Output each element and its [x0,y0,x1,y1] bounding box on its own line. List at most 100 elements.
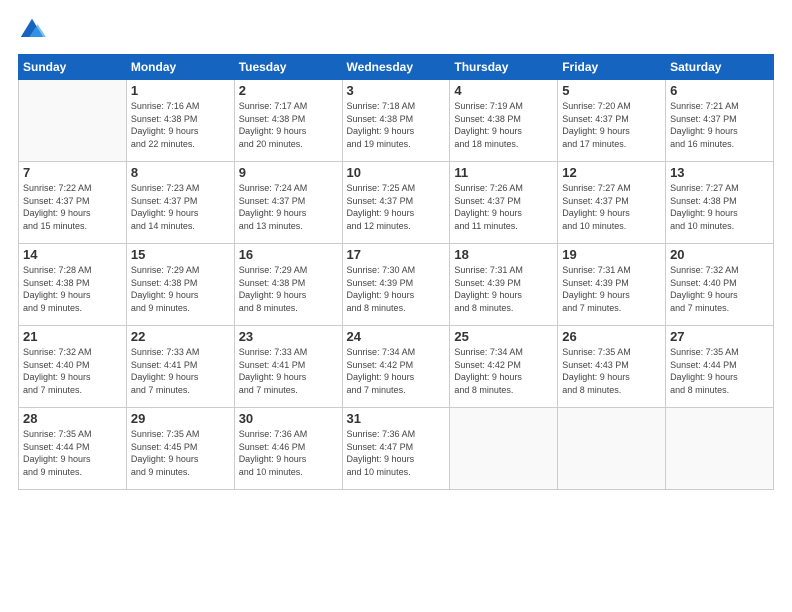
day-info: Sunrise: 7:29 AM Sunset: 4:38 PM Dayligh… [239,264,338,314]
calendar-cell: 18 Sunrise: 7:31 AM Sunset: 4:39 PM Dayli… [450,244,558,326]
day-info: Sunrise: 7:16 AM Sunset: 4:38 PM Dayligh… [131,100,230,150]
day-number: 14 [23,247,122,262]
calendar-cell: 23 Sunrise: 7:33 AM Sunset: 4:41 PM Dayli… [234,326,342,408]
calendar-cell: 15Sunrise: 7:29 AM Sunset: 4:38 PM Dayli… [126,244,234,326]
day-number: 27 [670,329,769,344]
column-header-friday: Friday [558,55,666,80]
calendar-cell: 21Sunrise: 7:32 AM Sunset: 4:40 PM Dayli… [19,326,127,408]
calendar-cell [450,408,558,490]
day-info: Sunrise: 7:31 AM Sunset: 4:39 PM Dayligh… [454,264,553,314]
day-info: Sunrise: 7:33 AM Sunset: 4:41 PM Dayligh… [239,346,338,396]
calendar-header-row: SundayMondayTuesdayWednesdayThursdayFrid… [19,55,774,80]
calendar-cell: 9 Sunrise: 7:24 AM Sunset: 4:37 PM Daylig… [234,162,342,244]
day-info: Sunrise: 7:35 AM Sunset: 4:43 PM Dayligh… [562,346,661,396]
calendar-cell: 27 Sunrise: 7:35 AM Sunset: 4:44 PM Dayli… [666,326,774,408]
day-number: 22 [131,329,230,344]
column-header-sunday: Sunday [19,55,127,80]
calendar-cell: 12 Sunrise: 7:27 AM Sunset: 4:37 PM Dayli… [558,162,666,244]
calendar-cell: 30 Sunrise: 7:36 AM Sunset: 4:46 PM Dayli… [234,408,342,490]
calendar-cell: 24 Sunrise: 7:34 AM Sunset: 4:42 PM Dayli… [342,326,450,408]
calendar-cell [19,80,127,162]
day-number: 5 [562,83,661,98]
calendar-cell: 6 Sunrise: 7:21 AM Sunset: 4:37 PM Daylig… [666,80,774,162]
calendar-cell [666,408,774,490]
calendar-week-3: 14Sunrise: 7:28 AM Sunset: 4:38 PM Dayli… [19,244,774,326]
day-info: Sunrise: 7:30 AM Sunset: 4:39 PM Dayligh… [347,264,446,314]
calendar-cell [558,408,666,490]
day-number: 17 [347,247,446,262]
calendar-week-1: 1 Sunrise: 7:16 AM Sunset: 4:38 PM Daylig… [19,80,774,162]
page-header [18,16,774,44]
day-number: 8 [131,165,230,180]
day-info: Sunrise: 7:26 AM Sunset: 4:37 PM Dayligh… [454,182,553,232]
day-number: 7 [23,165,122,180]
calendar-cell: 29 Sunrise: 7:35 AM Sunset: 4:45 PM Dayli… [126,408,234,490]
day-number: 1 [131,83,230,98]
calendar-cell: 25 Sunrise: 7:34 AM Sunset: 4:42 PM Dayli… [450,326,558,408]
day-info: Sunrise: 7:18 AM Sunset: 4:38 PM Dayligh… [347,100,446,150]
day-number: 3 [347,83,446,98]
day-info: Sunrise: 7:31 AM Sunset: 4:39 PM Dayligh… [562,264,661,314]
column-header-tuesday: Tuesday [234,55,342,80]
day-number: 19 [562,247,661,262]
day-number: 2 [239,83,338,98]
day-info: Sunrise: 7:21 AM Sunset: 4:37 PM Dayligh… [670,100,769,150]
day-info: Sunrise: 7:35 AM Sunset: 4:44 PM Dayligh… [670,346,769,396]
day-info: Sunrise: 7:27 AM Sunset: 4:37 PM Dayligh… [562,182,661,232]
page-container: SundayMondayTuesdayWednesdayThursdayFrid… [0,0,792,612]
calendar-cell: 26 Sunrise: 7:35 AM Sunset: 4:43 PM Dayli… [558,326,666,408]
day-info: Sunrise: 7:24 AM Sunset: 4:37 PM Dayligh… [239,182,338,232]
day-info: Sunrise: 7:29 AM Sunset: 4:38 PM Dayligh… [131,264,230,314]
day-info: Sunrise: 7:23 AM Sunset: 4:37 PM Dayligh… [131,182,230,232]
calendar-cell: 16 Sunrise: 7:29 AM Sunset: 4:38 PM Dayli… [234,244,342,326]
calendar-cell: 4 Sunrise: 7:19 AM Sunset: 4:38 PM Daylig… [450,80,558,162]
day-info: Sunrise: 7:33 AM Sunset: 4:41 PM Dayligh… [131,346,230,396]
column-header-saturday: Saturday [666,55,774,80]
day-number: 24 [347,329,446,344]
day-number: 10 [347,165,446,180]
day-info: Sunrise: 7:32 AM Sunset: 4:40 PM Dayligh… [23,346,122,396]
calendar-table: SundayMondayTuesdayWednesdayThursdayFrid… [18,54,774,490]
day-number: 11 [454,165,553,180]
calendar-cell: 11 Sunrise: 7:26 AM Sunset: 4:37 PM Dayli… [450,162,558,244]
day-info: Sunrise: 7:34 AM Sunset: 4:42 PM Dayligh… [347,346,446,396]
day-info: Sunrise: 7:27 AM Sunset: 4:38 PM Dayligh… [670,182,769,232]
calendar-cell: 20 Sunrise: 7:32 AM Sunset: 4:40 PM Dayli… [666,244,774,326]
logo [18,16,48,44]
day-info: Sunrise: 7:34 AM Sunset: 4:42 PM Dayligh… [454,346,553,396]
calendar-week-4: 21Sunrise: 7:32 AM Sunset: 4:40 PM Dayli… [19,326,774,408]
day-number: 20 [670,247,769,262]
day-number: 6 [670,83,769,98]
day-info: Sunrise: 7:17 AM Sunset: 4:38 PM Dayligh… [239,100,338,150]
day-number: 12 [562,165,661,180]
calendar-cell: 1 Sunrise: 7:16 AM Sunset: 4:38 PM Daylig… [126,80,234,162]
day-number: 25 [454,329,553,344]
day-info: Sunrise: 7:20 AM Sunset: 4:37 PM Dayligh… [562,100,661,150]
day-number: 29 [131,411,230,426]
calendar-cell: 22 Sunrise: 7:33 AM Sunset: 4:41 PM Dayli… [126,326,234,408]
day-info: Sunrise: 7:32 AM Sunset: 4:40 PM Dayligh… [670,264,769,314]
calendar-cell: 14Sunrise: 7:28 AM Sunset: 4:38 PM Dayli… [19,244,127,326]
day-number: 23 [239,329,338,344]
calendar-week-5: 28 Sunrise: 7:35 AM Sunset: 4:44 PM Dayli… [19,408,774,490]
day-info: Sunrise: 7:22 AM Sunset: 4:37 PM Dayligh… [23,182,122,232]
day-info: Sunrise: 7:35 AM Sunset: 4:45 PM Dayligh… [131,428,230,478]
day-number: 31 [347,411,446,426]
day-info: Sunrise: 7:35 AM Sunset: 4:44 PM Dayligh… [23,428,122,478]
calendar-cell: 13Sunrise: 7:27 AM Sunset: 4:38 PM Dayli… [666,162,774,244]
day-info: Sunrise: 7:36 AM Sunset: 4:46 PM Dayligh… [239,428,338,478]
calendar-cell: 7 Sunrise: 7:22 AM Sunset: 4:37 PM Daylig… [19,162,127,244]
column-header-wednesday: Wednesday [342,55,450,80]
day-number: 28 [23,411,122,426]
day-number: 9 [239,165,338,180]
day-number: 26 [562,329,661,344]
column-header-monday: Monday [126,55,234,80]
day-number: 4 [454,83,553,98]
day-number: 16 [239,247,338,262]
day-number: 30 [239,411,338,426]
day-info: Sunrise: 7:19 AM Sunset: 4:38 PM Dayligh… [454,100,553,150]
day-number: 18 [454,247,553,262]
column-header-thursday: Thursday [450,55,558,80]
calendar-cell: 28 Sunrise: 7:35 AM Sunset: 4:44 PM Dayli… [19,408,127,490]
calendar-cell: 19 Sunrise: 7:31 AM Sunset: 4:39 PM Dayli… [558,244,666,326]
